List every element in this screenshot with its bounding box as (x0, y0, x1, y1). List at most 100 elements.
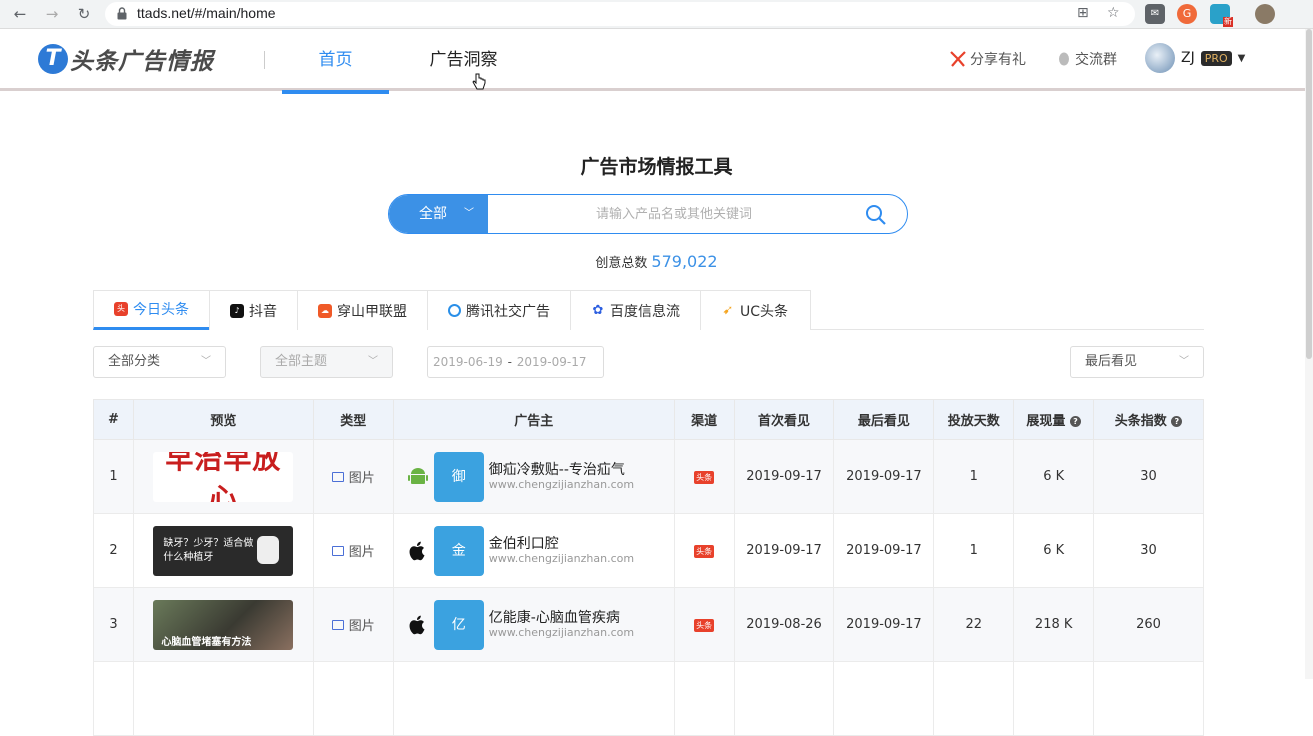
logo[interactable]: T 头条广告情报 (38, 43, 214, 75)
preview-cell[interactable]: 心脑血管堵塞有方法 (132, 587, 314, 662)
group-chat-label: 交流群 (1075, 52, 1117, 68)
last-seen: 2019-09-17 (833, 587, 935, 662)
tab-label: 抖音 (249, 303, 277, 320)
sort-select[interactable]: 最后看见 ﹀ (1070, 346, 1204, 378)
toutiao-channel-icon: 头条 (694, 619, 715, 632)
nav-tab-home[interactable]: 首页 (282, 29, 389, 94)
tab-baidu[interactable]: ✿ 百度信息流 (570, 290, 701, 330)
tab-douyin[interactable]: ♪ 抖音 (209, 290, 298, 330)
column-header: 类型 (312, 399, 394, 440)
preview-cell[interactable]: 早治早放心 (132, 439, 314, 514)
advertiser-url[interactable]: www.chengzijianzhan.com (489, 626, 634, 639)
advertiser-name[interactable]: 金伯利口腔 (489, 536, 634, 552)
column-header: 投放天数 (933, 399, 1015, 440)
user-menu[interactable]: ZJ PRO ▼ (1145, 43, 1245, 73)
category-select[interactable]: 全部分类 ﹀ (93, 346, 226, 378)
bookmark-star-icon[interactable]: ☆ (1107, 5, 1120, 21)
column-header: # (93, 399, 134, 440)
page-scrollbar[interactable] (1305, 29, 1313, 679)
type-cell: 图片 (312, 587, 394, 662)
pro-badge: PRO (1200, 50, 1232, 66)
forward-icon[interactable]: → (42, 4, 62, 24)
address-bar[interactable]: ttads.net/#/main/home ⊞ ☆ (105, 2, 1135, 26)
qq-penguin-icon (1059, 52, 1069, 66)
nav-tab-insight[interactable]: 广告洞察 (410, 29, 517, 91)
advertiser-url[interactable]: www.chengzijianzhan.com (489, 478, 634, 491)
ad-preview-image[interactable]: 缺牙？少牙？适合做什么种植牙 (153, 525, 294, 576)
tab-label: 穿山甲联盟 (337, 303, 407, 320)
chevron-down-icon: ﹀ (1179, 356, 1189, 367)
column-header: 广告主 (392, 399, 675, 440)
share-gift-label: 分享有礼 (970, 52, 1026, 68)
table-row[interactable]: 2 缺牙？少牙？适合做什么种植牙 图片 金 金伯利口腔 www.chengzij… (93, 513, 1204, 588)
preview-text: 早治早放心 (165, 451, 282, 502)
toutiao-index: 260 (1093, 587, 1204, 662)
tab-pangle[interactable]: ☁ 穿山甲联盟 (297, 290, 428, 330)
preview-cell[interactable]: 缺牙？少牙？适合做什么种植牙 (132, 513, 314, 588)
advertiser-logo[interactable]: 亿 (433, 599, 484, 650)
category-select-value: 全部分类 (108, 354, 161, 369)
profile-avatar-icon[interactable] (1255, 4, 1275, 24)
tab-label: 百度信息流 (610, 303, 680, 320)
group-chat-link[interactable]: 交流群 (1056, 49, 1117, 69)
chevron-down-icon: ﹀ (201, 356, 211, 367)
apple-icon (409, 541, 425, 560)
advertiser-logo[interactable]: 御 (433, 451, 484, 502)
toutiao-index: 30 (1093, 439, 1204, 514)
help-icon[interactable]: ? (1069, 416, 1081, 427)
channel-cell (673, 661, 735, 736)
table-row[interactable] (93, 661, 1204, 736)
extension-badge: 新 (1223, 17, 1233, 27)
advertiser-cell (392, 661, 675, 736)
last-seen: 2019-09-17 (833, 439, 935, 514)
advertiser-cell: 金 金伯利口腔 www.chengzijianzhan.com (392, 513, 675, 588)
mail-extension-icon[interactable]: ✉ (1145, 4, 1165, 24)
new-extension-icon[interactable]: 新 (1210, 4, 1233, 27)
g-extension-icon[interactable]: G (1177, 4, 1197, 24)
column-header-sortable[interactable]: 展现量 ? (1013, 399, 1095, 440)
column-header-sortable[interactable]: 头条指数 ? (1093, 399, 1204, 440)
run-days: 22 (933, 587, 1015, 662)
ad-preview-image[interactable]: 心脑血管堵塞有方法 (153, 599, 294, 650)
advertiser-name[interactable]: 亿能康-心脑血管疾病 (489, 610, 634, 626)
run-days: 1 (933, 439, 1015, 514)
tab-toutiao[interactable]: 头 今日头条 (93, 290, 210, 330)
date-separator: - (507, 355, 512, 369)
translate-icon[interactable]: ⊞ (1077, 5, 1089, 21)
chevron-down-icon: ﹀ (368, 356, 378, 367)
table-row[interactable]: 3 心脑血管堵塞有方法 图片 亿 亿能康-心脑血管疾病 www.chengzij… (93, 587, 1204, 662)
uc-icon: ➹ (721, 302, 735, 318)
help-icon[interactable]: ? (1171, 416, 1183, 427)
platform-tabs: 头 今日头条 ♪ 抖音 ☁ 穿山甲联盟 腾讯社交广告 ✿ 百度信息流 ➹ UC头… (93, 290, 1204, 330)
theme-select[interactable]: 全部主题 ﹀ (260, 346, 393, 378)
advertiser-name[interactable]: 御疝冷敷贴--专治疝气 (489, 462, 634, 478)
pangle-icon: ☁ (318, 303, 332, 318)
last-seen: 2019-09-17 (833, 513, 935, 588)
scrollbar-thumb[interactable] (1306, 29, 1312, 359)
search-icon[interactable] (865, 204, 887, 226)
type-cell: 图片 (312, 513, 394, 588)
advertiser-url[interactable]: www.chengzijianzhan.com (489, 552, 634, 565)
advertiser-logo[interactable]: 金 (433, 525, 484, 576)
toutiao-index (1093, 661, 1204, 736)
back-icon[interactable]: ← (10, 4, 30, 24)
impressions: 6 K (1013, 513, 1095, 588)
search-box: 全部 ﹀ (388, 194, 908, 234)
table-row[interactable]: 1 早治早放心 图片 御 御疝冷敷贴--专治疝气 www.chengzijian… (93, 439, 1204, 514)
creative-total-value: 579,022 (651, 252, 718, 271)
reload-icon[interactable]: ↻ (74, 4, 94, 24)
preview-cell[interactable] (132, 661, 314, 736)
tab-uc[interactable]: ➹ UC头条 (700, 290, 811, 330)
toutiao-channel-icon: 头条 (694, 545, 715, 558)
share-gift-link[interactable]: 分享有礼 (949, 49, 1026, 69)
impressions (1013, 661, 1095, 736)
url-text: ttads.net/#/main/home (137, 5, 276, 21)
tab-tencent[interactable]: 腾讯社交广告 (427, 290, 571, 330)
date-range-picker[interactable]: 2019-06-19 - 2019-09-17 (427, 346, 604, 378)
ad-preview-image[interactable]: 早治早放心 (153, 451, 294, 502)
search-input[interactable] (499, 203, 849, 225)
apple-icon (409, 615, 425, 634)
channel-cell: 头条 (673, 513, 735, 588)
channel-cell: 头条 (673, 587, 735, 662)
search-scope-select[interactable]: 全部 ﹀ (389, 195, 488, 233)
